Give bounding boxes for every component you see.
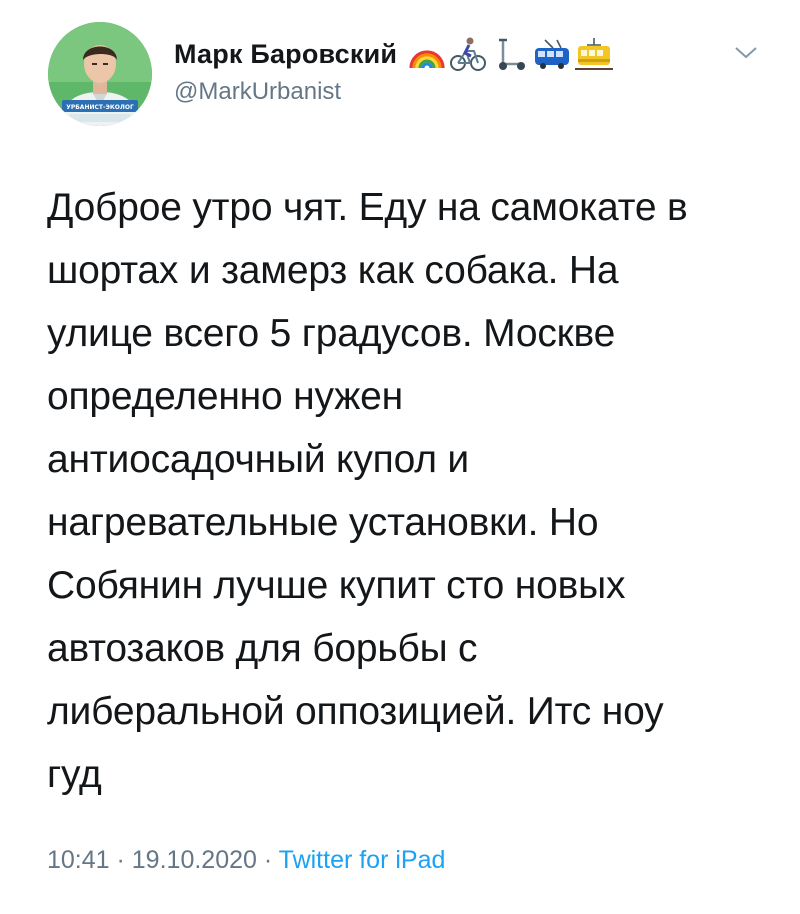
tweet-meta: 10:41 · 19.10.2020 · Twitter for iPad [47,846,445,875]
tweet-text-line: гуд [47,753,102,796]
tweet-text-line: определенно нужен [47,375,403,418]
tweet-text-line: либеральной оппозицией. Итс ноу [47,690,664,733]
tweet-text-line: антиосадочный купол и [47,438,469,481]
meta-separator: · [256,846,279,874]
tweet-source-link[interactable]: Twitter for iPad [279,846,446,874]
author-name-row[interactable]: Марк Баровский [174,34,614,74]
avatar-badge: УРБАНИСТ-ЭКОЛОГ [66,104,134,111]
name-emojis [407,36,614,72]
tweet-text-line: улице всего 5 градусов. Москве [47,312,616,355]
tweet-text-line: нагревательные установки. Но [47,501,599,544]
meta-separator: · [109,846,132,874]
tweet-time[interactable]: 10:41 [47,846,110,874]
tweet-card: УРБАНИСТ-ЭКОЛОГ Марк Баровский @MarkUrba… [0,0,800,914]
avatar-image: УРБАНИСТ-ЭКОЛОГ [48,22,152,126]
avatar[interactable]: УРБАНИСТ-ЭКОЛОГ [48,22,152,126]
tweet-text: Доброе утро чят. Еду на самокате в шорта… [47,176,769,806]
tweet-text-line: автозаков для борьбы с [47,627,478,670]
tweet-date[interactable]: 19.10.2020 [132,846,257,874]
rainbow-icon [409,50,445,69]
kick-scooter-icon [499,38,526,70]
chevron-down-icon[interactable] [733,44,759,62]
cyclist-icon [450,37,487,71]
tweet-text-line: Собянин лучше купит сто новых [47,564,626,607]
tweet-text-line: шортах и замерз как собака. На [47,249,619,292]
tweet-text-line: Доброе утро чят. Еду на самокате в [47,186,688,229]
display-name[interactable]: Марк Баровский [174,39,397,70]
author-handle[interactable]: @MarkUrbanist [174,78,341,106]
trolleybus-icon [535,39,570,69]
tram-icon [575,38,614,70]
